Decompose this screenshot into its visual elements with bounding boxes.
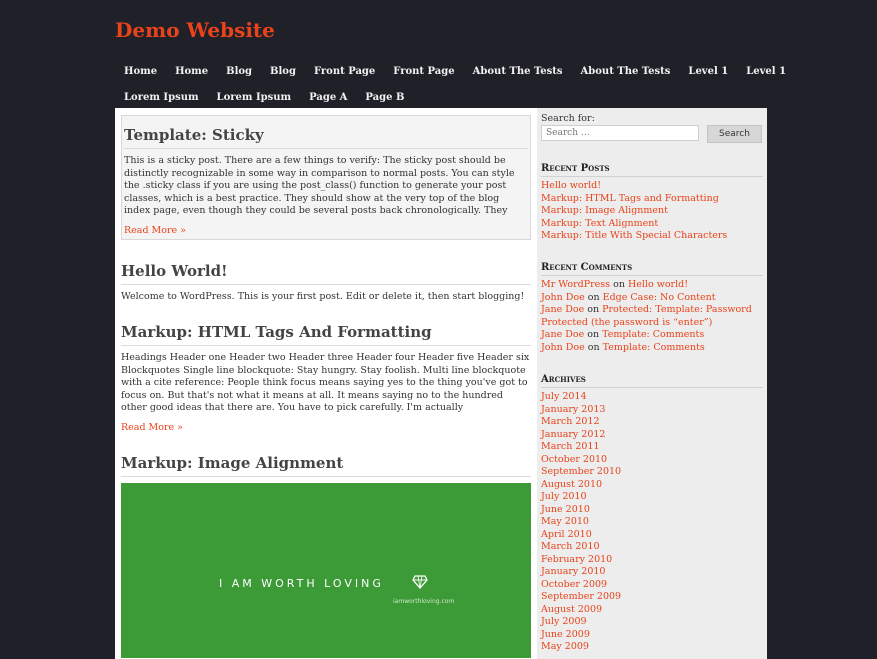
recent-posts-widget: Recent Posts Hello world! Markup: HTML T… bbox=[541, 163, 763, 243]
archive-link[interactable]: September 2009 bbox=[541, 591, 763, 604]
widget-title: Recent Comments bbox=[541, 262, 763, 276]
archive-link[interactable]: June 2010 bbox=[541, 504, 763, 517]
comment-author-link[interactable]: John Doe bbox=[541, 292, 585, 303]
archive-link[interactable]: March 2010 bbox=[541, 541, 763, 554]
search-input[interactable] bbox=[541, 125, 699, 141]
archive-link[interactable]: August 2010 bbox=[541, 479, 763, 492]
nav-row-2: Lorem Ipsum Lorem Ipsum Page A Page B bbox=[115, 84, 775, 110]
post-image[interactable]: I AM WORTH LOVING iamworthloving.com bbox=[121, 482, 531, 658]
nav-item-lorem-ipsum[interactable]: Lorem Ipsum bbox=[208, 92, 301, 103]
post-markup-html: Markup: HTML Tags And Formatting Heading… bbox=[121, 323, 531, 434]
archive-link[interactable]: March 2011 bbox=[541, 441, 763, 454]
archive-link[interactable]: July 2014 bbox=[541, 391, 763, 404]
main-content: Template: Sticky This is a sticky post. … bbox=[121, 115, 531, 659]
nav-item-about-the-tests[interactable]: About The Tests bbox=[464, 66, 572, 77]
read-more-link[interactable]: Read More » bbox=[124, 225, 186, 236]
nav-item-about-the-tests[interactable]: About The Tests bbox=[572, 66, 680, 77]
post-title-image[interactable]: Markup: Image Alignment bbox=[121, 454, 531, 477]
nav-row-1: Home Home Blog Blog Front Page Front Pag… bbox=[115, 58, 786, 84]
post-excerpt-hello: Welcome to WordPress. This is your first… bbox=[121, 290, 525, 302]
archive-link[interactable]: June 2009 bbox=[541, 629, 763, 642]
comment-on-text: on bbox=[587, 329, 600, 340]
search-label: Search for: bbox=[541, 113, 595, 124]
widget-title: Archives bbox=[541, 374, 763, 388]
image-subtext: iamworthloving.com bbox=[393, 597, 455, 605]
post-title-hello[interactable]: Hello World! bbox=[121, 262, 531, 285]
comment-on-text: on bbox=[587, 304, 600, 315]
comment-post-link[interactable]: Template: Comments bbox=[603, 342, 705, 353]
comment-post-link[interactable]: Edge Case: No Content bbox=[603, 292, 716, 303]
recent-post-link[interactable]: Markup: Title With Special Characters bbox=[541, 230, 763, 243]
archive-link[interactable]: July 2009 bbox=[541, 616, 763, 629]
sticky-post: Template: Sticky This is a sticky post. … bbox=[121, 115, 531, 240]
recent-post-link[interactable]: Markup: HTML Tags and Formatting bbox=[541, 193, 763, 206]
post-image-alignment: Markup: Image Alignment I AM WORTH LOVIN… bbox=[121, 454, 531, 658]
nav-item-home[interactable]: Home bbox=[115, 66, 166, 77]
recent-comments-widget: Recent Comments Mr WordPress on Hello wo… bbox=[541, 262, 763, 354]
search-button[interactable]: Search bbox=[707, 125, 762, 143]
archive-link[interactable]: February 2010 bbox=[541, 554, 763, 567]
comment-post-link[interactable]: Hello world! bbox=[628, 279, 688, 290]
comment-post-link[interactable]: Template: Comments bbox=[602, 329, 704, 340]
main-navigation: Home Home Blog Blog Front Page Front Pag… bbox=[115, 58, 786, 110]
nav-item-front-page[interactable]: Front Page bbox=[384, 66, 463, 77]
post-title-markup[interactable]: Markup: HTML Tags And Formatting bbox=[121, 323, 531, 346]
post-excerpt-markup: Headings Header one Header two Header th… bbox=[121, 352, 530, 413]
post-title-sticky[interactable]: Template: Sticky bbox=[124, 126, 528, 149]
comment-on-text: on bbox=[613, 279, 625, 290]
widget-title: Recent Posts bbox=[541, 163, 763, 177]
recent-post-link[interactable]: Markup: Text Alignment bbox=[541, 218, 763, 231]
archive-link[interactable]: April 2010 bbox=[541, 529, 763, 542]
comment-on-text: on bbox=[587, 341, 600, 353]
comment-item: Mr WordPress on Hello world! bbox=[541, 279, 763, 292]
recent-post-link[interactable]: Hello world! bbox=[541, 180, 763, 193]
nav-item-blog[interactable]: Blog bbox=[261, 66, 305, 77]
nav-item-level-1[interactable]: Level 1 bbox=[679, 66, 737, 77]
comment-author-link[interactable]: Jane Doe bbox=[541, 304, 584, 315]
post-excerpt-sticky: This is a sticky post. There are a few t… bbox=[124, 155, 515, 216]
site-title[interactable]: Demo Website bbox=[115, 18, 275, 42]
diamond-icon bbox=[412, 574, 428, 589]
archive-link[interactable]: January 2012 bbox=[541, 429, 763, 442]
archive-link[interactable]: May 2010 bbox=[541, 516, 763, 529]
archive-link[interactable]: January 2013 bbox=[541, 404, 763, 417]
nav-item-front-page[interactable]: Front Page bbox=[305, 66, 384, 77]
archive-link[interactable]: September 2010 bbox=[541, 466, 763, 479]
archives-widget: Archives July 2014 January 2013 March 20… bbox=[541, 374, 763, 654]
sidebar: Search for: Search Recent Posts Hello wo… bbox=[537, 108, 767, 659]
comment-item: John Doe on Edge Case: No Content bbox=[541, 292, 763, 305]
site-header: Demo Website Home Home Blog Blog Front P… bbox=[0, 0, 877, 108]
archive-link[interactable]: January 2010 bbox=[541, 566, 763, 579]
read-more-link[interactable]: Read More » bbox=[121, 422, 183, 433]
comment-author-link[interactable]: Jane Doe bbox=[541, 329, 584, 340]
nav-item-lorem-ipsum[interactable]: Lorem Ipsum bbox=[115, 92, 208, 103]
archive-link[interactable]: October 2009 bbox=[541, 579, 763, 592]
archive-link[interactable]: March 2012 bbox=[541, 416, 763, 429]
comment-item: Jane Doe on Protected: Template: Passwor… bbox=[541, 304, 763, 329]
recent-post-link[interactable]: Markup: Image Alignment bbox=[541, 205, 763, 218]
archive-link[interactable]: October 2010 bbox=[541, 454, 763, 467]
comment-author-link[interactable]: Mr WordPress bbox=[541, 279, 610, 290]
nav-item-page-a[interactable]: Page A bbox=[300, 92, 356, 103]
post-hello-world: Hello World! Welcome to WordPress. This … bbox=[121, 262, 531, 304]
comment-author-link[interactable]: John Doe bbox=[541, 342, 585, 353]
archive-link[interactable]: August 2009 bbox=[541, 604, 763, 617]
image-caption-text: I AM WORTH LOVING bbox=[219, 576, 384, 590]
nav-item-blog[interactable]: Blog bbox=[217, 66, 261, 77]
archive-link[interactable]: July 2010 bbox=[541, 491, 763, 504]
archive-link[interactable]: May 2009 bbox=[541, 641, 763, 654]
comment-on-text: on bbox=[587, 291, 600, 303]
nav-item-page-b[interactable]: Page B bbox=[356, 92, 413, 103]
comment-item: John Doe on Template: Comments bbox=[541, 342, 763, 355]
nav-item-home[interactable]: Home bbox=[166, 66, 217, 77]
comment-item: Jane Doe on Template: Comments bbox=[541, 329, 763, 342]
nav-item-level-1[interactable]: Level 1 bbox=[737, 66, 795, 77]
page-container: Template: Sticky This is a sticky post. … bbox=[115, 108, 767, 659]
